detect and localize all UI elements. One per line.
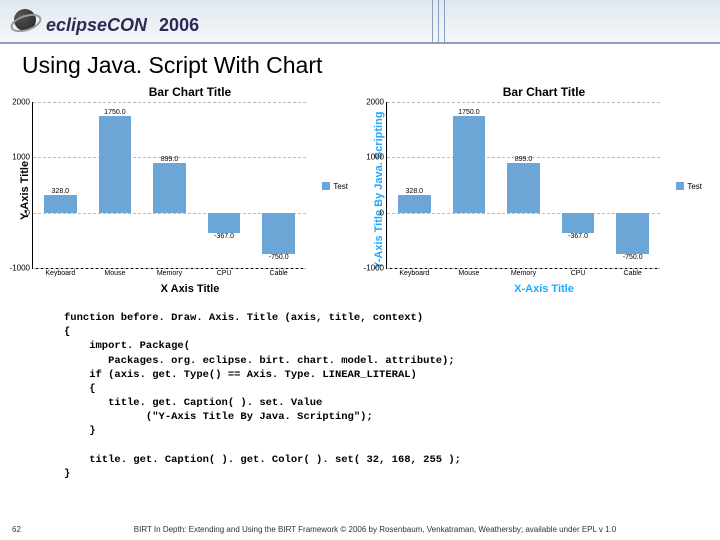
bar-value-label: -750.0 <box>623 254 643 261</box>
bar-value-label: 899.0 <box>515 156 533 163</box>
y-tick: -1000 <box>364 264 387 273</box>
y-tick: 2000 <box>12 98 33 107</box>
legend: Test <box>322 182 348 191</box>
y-tick: 0 <box>26 208 33 217</box>
logo-text: eclipseCON <box>46 15 147 36</box>
footer-text: BIRT In Depth: Extending and Using the B… <box>42 525 708 534</box>
y-tick: 1000 <box>366 153 387 162</box>
plot-area: 200010000-1000328.0Keyboard1750.0Mouse89… <box>386 102 660 269</box>
bar-slot: -750.0Cable <box>605 102 660 268</box>
x-tick: Mouse <box>104 268 125 277</box>
legend: Test <box>676 182 702 191</box>
bar-value-label: 899.0 <box>161 156 179 163</box>
bar <box>153 163 186 213</box>
legend-label: Test <box>687 182 702 191</box>
bars: 328.0Keyboard1750.0Mouse899.0Memory-367.… <box>33 102 306 268</box>
x-tick: Memory <box>511 268 536 277</box>
bar-slot: 328.0Keyboard <box>33 102 88 268</box>
x-axis-label: X Axis Title <box>32 269 348 295</box>
y-tick: 0 <box>380 208 387 217</box>
bar-value-label: 328.0 <box>406 188 424 195</box>
y-tick: 2000 <box>366 98 387 107</box>
bar <box>507 163 540 213</box>
x-tick: Cable <box>270 268 288 277</box>
bar <box>99 116 132 213</box>
bar <box>262 213 295 255</box>
bar-slot: 899.0Memory <box>496 102 551 268</box>
bar-slot: 1750.0Mouse <box>88 102 143 268</box>
bar-slot: -750.0Cable <box>251 102 306 268</box>
bar <box>616 213 649 255</box>
code-block: function before. Draw. Axis. Title (axis… <box>0 295 720 481</box>
bar <box>208 213 241 233</box>
x-tick: Cable <box>624 268 642 277</box>
chart-left: Y-Axis Title Bar Chart Title 200010000-1… <box>18 85 348 295</box>
slide-footer: 62 BIRT In Depth: Extending and Using th… <box>0 525 720 534</box>
x-tick: Keyboard <box>399 268 429 277</box>
eclipse-logo-icon <box>14 9 36 31</box>
header-decoration <box>432 0 450 44</box>
chart-right: Y-Axis Title By Java. Scripting Bar Char… <box>372 85 702 295</box>
header-rule <box>0 42 720 44</box>
bar-slot: 899.0Memory <box>142 102 197 268</box>
x-tick: CPU <box>571 268 586 277</box>
bar-value-label: -367.0 <box>568 233 588 240</box>
legend-label: Test <box>333 182 348 191</box>
x-tick: Mouse <box>458 268 479 277</box>
logo-year: 2006 <box>159 15 199 36</box>
y-tick: 1000 <box>12 153 33 162</box>
bar-value-label: -367.0 <box>214 233 234 240</box>
legend-swatch-icon <box>676 182 684 190</box>
chart-title: Bar Chart Title <box>32 85 348 102</box>
x-tick: Keyboard <box>45 268 75 277</box>
bar-slot: -367.0CPU <box>551 102 606 268</box>
slide-title: Using Java. Script With Chart <box>0 44 720 85</box>
bar-value-label: -750.0 <box>269 254 289 261</box>
bar-slot: 328.0Keyboard <box>387 102 442 268</box>
logo: eclipseCON 2006 <box>14 9 199 36</box>
charts-row: Y-Axis Title Bar Chart Title 200010000-1… <box>0 85 720 295</box>
bar-slot: -367.0CPU <box>197 102 252 268</box>
bars: 328.0Keyboard1750.0Mouse899.0Memory-367.… <box>387 102 660 268</box>
page-number: 62 <box>12 525 42 534</box>
x-axis-label: X-Axis Title <box>386 269 702 295</box>
chart-title: Bar Chart Title <box>386 85 702 102</box>
bar-value-label: 328.0 <box>52 188 70 195</box>
bar <box>398 195 431 213</box>
bar <box>562 213 595 233</box>
x-tick: CPU <box>217 268 232 277</box>
bar-slot: 1750.0Mouse <box>442 102 497 268</box>
x-tick: Memory <box>157 268 182 277</box>
plot-area: 200010000-1000328.0Keyboard1750.0Mouse89… <box>32 102 306 269</box>
y-tick: -1000 <box>10 264 33 273</box>
bar-value-label: 1750.0 <box>104 109 125 116</box>
bar-value-label: 1750.0 <box>458 109 479 116</box>
bar <box>44 195 77 213</box>
conference-header: eclipseCON 2006 <box>0 0 720 44</box>
legend-swatch-icon <box>322 182 330 190</box>
bar <box>453 116 486 213</box>
